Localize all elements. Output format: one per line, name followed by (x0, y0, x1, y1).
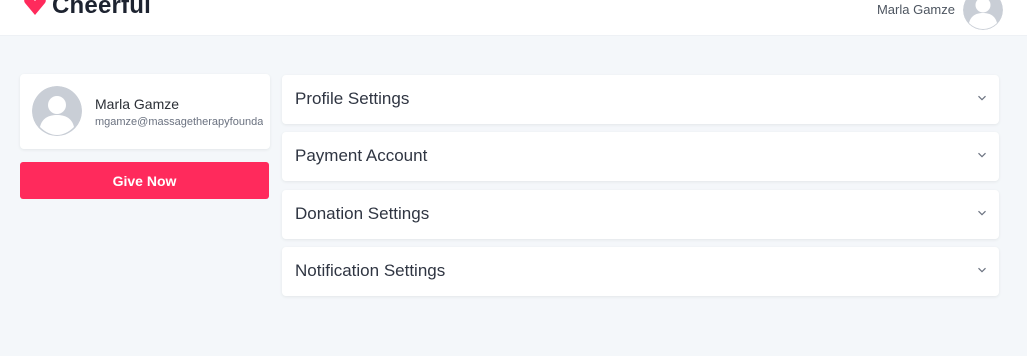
profile-name: Marla Gamze (95, 96, 180, 112)
header-user-name: Marla Gamze (876, 2, 955, 17)
chevron-down-icon[interactable] (977, 150, 987, 160)
panel-title: Payment Account (295, 146, 428, 165)
notification-settings-panel[interactable]: Notification Settings (282, 247, 999, 296)
panel-title: Profile Settings (295, 89, 410, 108)
top-header: Cheerful Marla Gamze (0, 0, 1027, 36)
user-avatar-icon (32, 86, 82, 136)
user-avatar-icon[interactable] (963, 0, 1003, 30)
donation-settings-panel[interactable]: Donation Settings (282, 190, 999, 239)
brand-logo-link[interactable]: Cheerful (24, 0, 151, 20)
panel-title: Notification Settings (295, 261, 446, 280)
chevron-down-icon[interactable] (977, 93, 987, 103)
payment-account-panel[interactable]: Payment Account (282, 132, 999, 181)
profile-card: Marla Gamze mgamze@massagetherapyfoundat… (20, 74, 270, 149)
account-menu[interactable]: Marla Gamze (877, 0, 1003, 30)
profile-settings-panel[interactable]: Profile Settings (282, 75, 999, 124)
heart-logo-icon (24, 0, 46, 15)
give-now-button[interactable]: Give Now (20, 162, 269, 199)
chevron-down-icon[interactable] (977, 265, 987, 275)
profile-email: mgamze@massagetherapyfoundation.org (95, 116, 263, 128)
brand-name: Cheerful (52, 0, 151, 19)
panel-title: Donation Settings (295, 204, 430, 223)
chevron-down-icon[interactable] (977, 208, 987, 218)
